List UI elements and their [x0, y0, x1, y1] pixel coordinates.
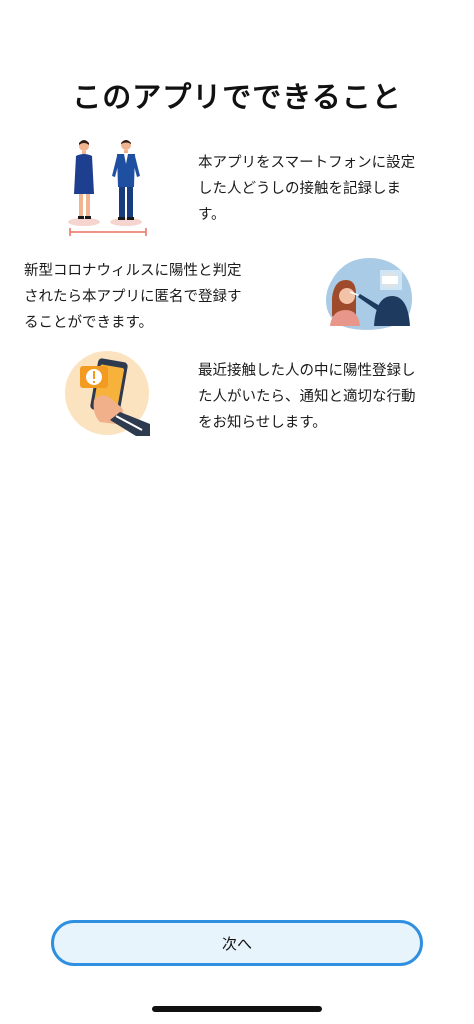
phone-alert-icon [64, 350, 150, 436]
feature-text-2: 新型コロナウィルスに陽性と判定 されたら本アプリに匿名で登録す ることができます… [24, 263, 242, 331]
people-distance-icon [60, 132, 156, 242]
page-title: このアプリでできること [72, 80, 402, 114]
next-button[interactable]: 次へ [51, 920, 423, 966]
feature-text-3: 最近接触した人の中に陽性登録し た人がいたら、通知と適切な行動 をお知らせします… [198, 363, 416, 431]
next-button-label: 次へ [221, 934, 252, 953]
home-indicator[interactable] [152, 1006, 322, 1012]
covid-test-icon [322, 256, 418, 332]
feature-text-1: 本アプリをスマートフォンに設定 した人どうしの接触を記録しま す。 [198, 155, 416, 223]
